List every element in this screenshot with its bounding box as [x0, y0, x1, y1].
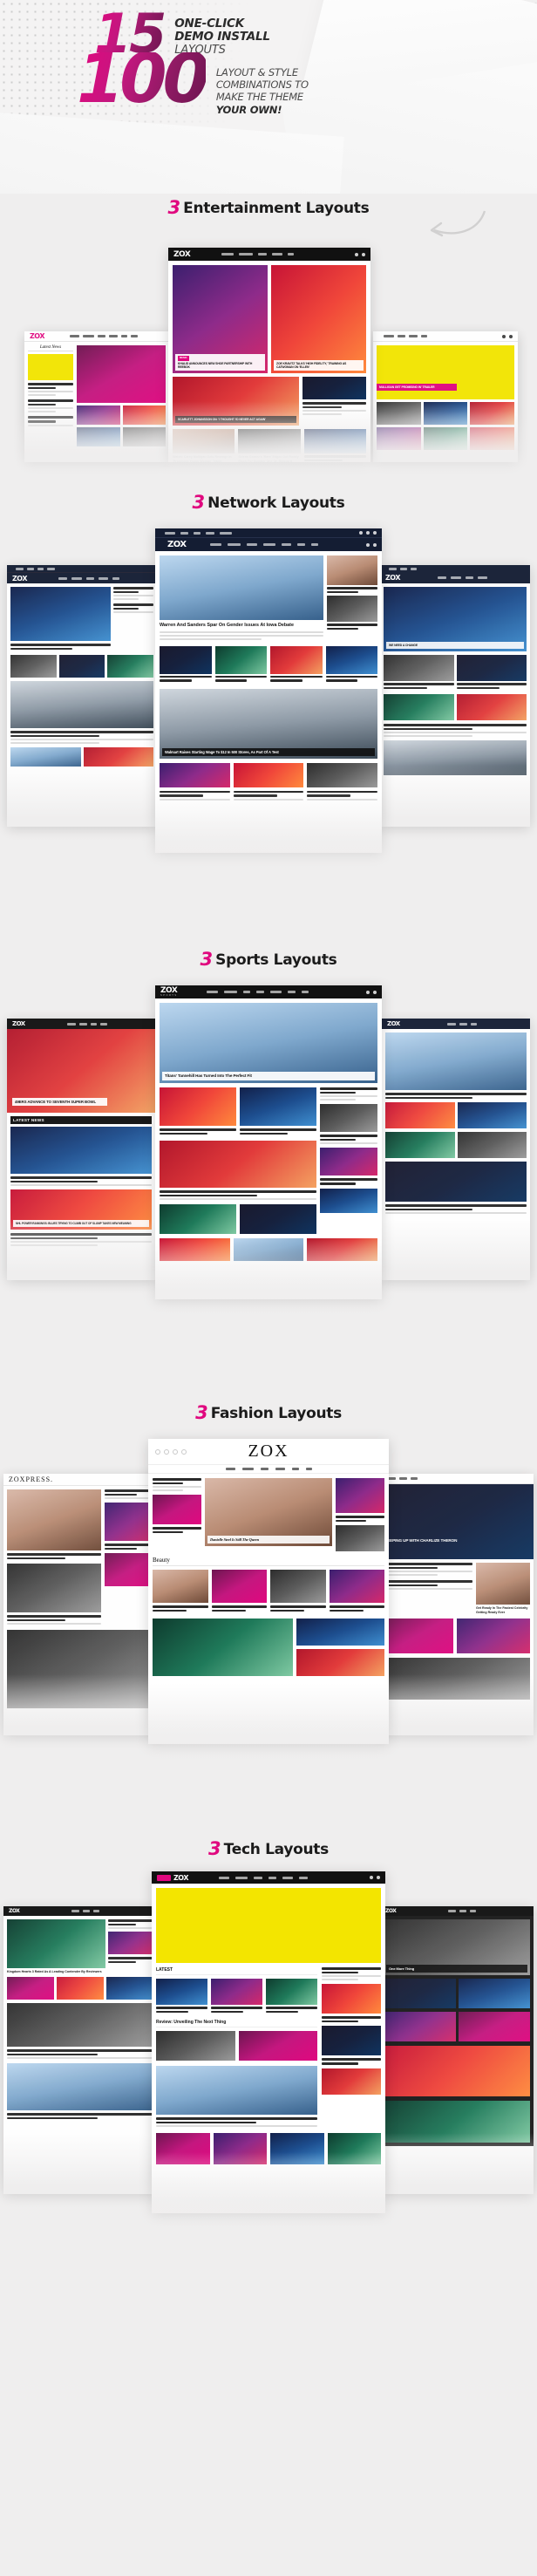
headline-walmart[interactable]: Walmart Raises Starting Wage To $12 In 5…	[162, 747, 375, 756]
promo-line-combinations: COMBINATIONS TO	[215, 78, 309, 91]
section-count: 3	[192, 492, 206, 513]
browser-mockup-tech-center[interactable]: ZOX LATEST Review: Unveiling The Next Th…	[152, 1871, 385, 2213]
tile-debate[interactable]	[160, 555, 323, 620]
hero-banner: 15 ONE-CLICK DEMO INSTALL LAYOUTS 100 LA…	[0, 0, 537, 194]
section-network: 3 Network Layouts ZOX ZOX WE NEED A CHAN…	[0, 481, 537, 944]
browser-mockup-fashion-center[interactable]: ZOX Danielle Steel Is Still The Queen Be…	[148, 1439, 389, 1744]
logo-zox[interactable]: ZOX	[30, 332, 44, 340]
browser-mockup-sports-center[interactable]: ZOX SPORTS Titans' Tannehill Has Turned …	[155, 985, 382, 1299]
browser-mockup-fashion-left[interactable]: ZOXPRESS.	[3, 1474, 160, 1735]
browser-mockup-fashion-right[interactable]: KEEPING UP WITH CHARLIZE THERON Get Read…	[377, 1474, 534, 1735]
beauty-section-title: Beauty	[153, 1557, 384, 1567]
tile-danielle-steel[interactable]: Danielle Steel Is Still The Queen	[205, 1478, 332, 1546]
nav-icons[interactable]	[355, 252, 365, 256]
promo-combinations: 100 LAYOUT & STYLE COMBINATIONS TO MAKE …	[0, 39, 537, 119]
promo-line-your-own: YOUR OWN!	[215, 103, 282, 116]
promo-line-one-click: ONE-CLICK	[174, 17, 244, 31]
browser-mockup-sports-right[interactable]: ZOX	[382, 1019, 530, 1280]
section-count: 3	[208, 1838, 221, 1859]
headline-khalid[interactable]: MUSIC KHALID ANNOUNCES NEW SHOE PARTNERS…	[175, 354, 265, 371]
tagline-zoxpress: ZOXPRESS.	[9, 1475, 54, 1483]
logo-zox-network-center[interactable]: ZOX	[167, 540, 187, 549]
browser-mockup-tech-right[interactable]: ZOX One More Thing	[380, 1906, 534, 2194]
section-heading-tech: 3 Tech Layouts	[0, 1833, 537, 1859]
latest-news-bar: LATEST NEWS	[10, 1116, 152, 1124]
tile-one-more-thing[interactable]: One More Thing	[384, 1919, 530, 1975]
headline-kingdom-hearts[interactable]: Kingdom Hearts 3 Rated As A Leading Cont…	[7, 1970, 105, 1973]
tile-49ers[interactable]: 49ERS ADVANCE TO SEVENTH SUPER BOWL	[7, 1029, 155, 1113]
logo-zox-network-left[interactable]: ZOX	[12, 575, 27, 583]
logo-zox-sports-center[interactable]: ZOX SPORTS	[160, 986, 178, 998]
headline-danielle-steel[interactable]: Danielle Steel Is Still The Queen	[207, 1535, 330, 1544]
tile-we-need-a-change[interactable]: WE NEED A CHANGE	[384, 587, 527, 651]
section-heading-entertainment: 3 Entertainment Layouts	[0, 194, 537, 218]
browser-mockup-entertainment-center[interactable]: ZOX MUSIC KHALID ANNOUNCES NEW SHOE PART…	[168, 248, 370, 462]
hero-tile-kravitz[interactable]: ZOE KRAVITZ TALKS 'HIGH FIDELITY,' TRAIN…	[271, 265, 366, 373]
tile-walmart[interactable]: Walmart Raises Starting Wage To $12 In 5…	[160, 688, 377, 759]
tile-johansson[interactable]: SCARLETT JOHANSSON ON: 'I THOUGHT I'D NE…	[173, 377, 300, 426]
headline-warren-sanders[interactable]: Warren And Sanders Spar On Gender Issues…	[160, 623, 323, 629]
logo-zox-sports-left[interactable]: ZOX	[12, 1020, 25, 1027]
review-label: Review: Unveiling The Next Thing	[156, 2020, 317, 2028]
headline-mulligan-small[interactable]: Watch: Carey Mulligan Gets Revenge In 'P…	[173, 455, 235, 462]
badge-one-more	[157, 1874, 171, 1881]
logo-zox-sports-right[interactable]: ZOX	[387, 1020, 400, 1027]
browser-mockup-network-center[interactable]: ZOX Warren And Sanders Spar On Gender Is…	[155, 528, 382, 853]
logo-zox-network-right[interactable]: ZOX	[385, 574, 400, 582]
headline-nhl[interactable]: NHL POWER RANKINGS: BLUES TRYING TO CLIM…	[13, 1220, 149, 1228]
section-label: Sports Layouts	[215, 951, 337, 969]
section-label: Tech Layouts	[223, 1841, 330, 1858]
section-label: Fashion Layouts	[210, 1405, 343, 1422]
logo-zox-fashion[interactable]: ZOX	[248, 1441, 289, 1462]
browser-mockup-network-left[interactable]: ZOX	[7, 565, 157, 827]
section-fashion: 3 Fashion Layouts ZOXPRESS. KEEPING UP W…	[0, 1397, 537, 1833]
promo-line-make-theme: MAKE THE THEME	[215, 91, 304, 104]
latest-news-label: Latest News	[28, 345, 73, 351]
section-sports: 3 Sports Layouts ZOX 49ERS ADVANCE TO SEV…	[0, 944, 537, 1397]
section-heading-sports: 3 Sports Layouts	[0, 944, 537, 970]
promo-number-100: 100	[77, 39, 210, 119]
headline-sports-hero[interactable]: Titans' Tannehill Has Turned Into The Pe…	[162, 1072, 375, 1080]
logo-zox-tech-center[interactable]: ZOX	[173, 1874, 188, 1882]
tile-sports-hero[interactable]: Titans' Tannehill Has Turned Into The Pe…	[160, 1003, 377, 1083]
promo-line-layout-style: LAYOUT & STYLE	[215, 65, 298, 78]
browser-mockup-entertainment-left[interactable]: ZOX Latest News	[24, 331, 169, 462]
headline-charlize[interactable]: KEEPING UP WITH CHARLIZE THERON	[382, 1537, 492, 1545]
logo-zox-tech-left[interactable]: ZOX	[9, 1908, 20, 1914]
section-heading-network: 3 Network Layouts	[0, 481, 537, 513]
hero-tile-khalid[interactable]: MUSIC KHALID ANNOUNCES NEW SHOE PARTNERS…	[173, 265, 268, 373]
browser-mockup-network-right[interactable]: ZOX WE NEED A CHANGE	[380, 565, 530, 827]
section-entertainment: 3Entertainment Layouts ZOX Latest News	[0, 194, 537, 516]
headline-gomez[interactable]: Selena Gomez's 'Rare' Edges Out Roddy Ri…	[238, 455, 300, 462]
headline-mulligan[interactable]: MULLIGAN GET PROMISING IN' TRAILER	[377, 383, 457, 391]
logo-zox-center[interactable]: ZOX	[173, 250, 191, 259]
headline-kravitz[interactable]: ZOE KRAVITZ TALKS 'HIGH FIDELITY,' TRAIN…	[274, 359, 364, 371]
logo-zox-tech-right[interactable]: ZOX	[385, 1908, 397, 1914]
headline-we-need-change[interactable]: WE NEED A CHANGE	[386, 641, 524, 649]
tile-tech-hero[interactable]	[156, 1888, 381, 1963]
browser-mockup-sports-left[interactable]: ZOX 49ERS ADVANCE TO SEVENTH SUPER BOWL …	[7, 1019, 155, 1280]
section-count: 3	[200, 949, 214, 970]
section-tech: 3 Tech Layouts ZOX Kingdom Hearts 3 Rated…	[0, 1833, 537, 2321]
tile-charlize[interactable]: KEEPING UP WITH CHARLIZE THERON	[377, 1484, 534, 1559]
section-label: Network Layouts	[207, 494, 345, 512]
headline-get-ready[interactable]: Get Ready In The Fastest Celebrity Getti…	[476, 1606, 530, 1614]
social-icons[interactable]	[155, 1448, 187, 1455]
section-count: 3	[195, 1402, 208, 1423]
section-heading-fashion: 3 Fashion Layouts	[0, 1397, 537, 1423]
latest-label: LATEST	[156, 1967, 317, 1975]
headline-49ers[interactable]: 49ERS ADVANCE TO SEVENTH SUPER BOWL	[12, 1097, 107, 1106]
section-label: Entertainment Layouts	[183, 200, 370, 217]
browser-mockup-entertainment-right[interactable]: MULLIGAN GET PROMISING IN' TRAILER	[373, 331, 518, 462]
section-count: 3	[167, 197, 181, 218]
headline-one-more-thing[interactable]: One More Thing	[386, 1965, 527, 1973]
headline-johansson[interactable]: SCARLETT JOHANSSON ON: 'I THOUGHT I'D NE…	[175, 415, 297, 423]
browser-mockup-tech-left[interactable]: ZOX Kingdom Hearts 3 Rated As A Leading …	[3, 1906, 157, 2194]
